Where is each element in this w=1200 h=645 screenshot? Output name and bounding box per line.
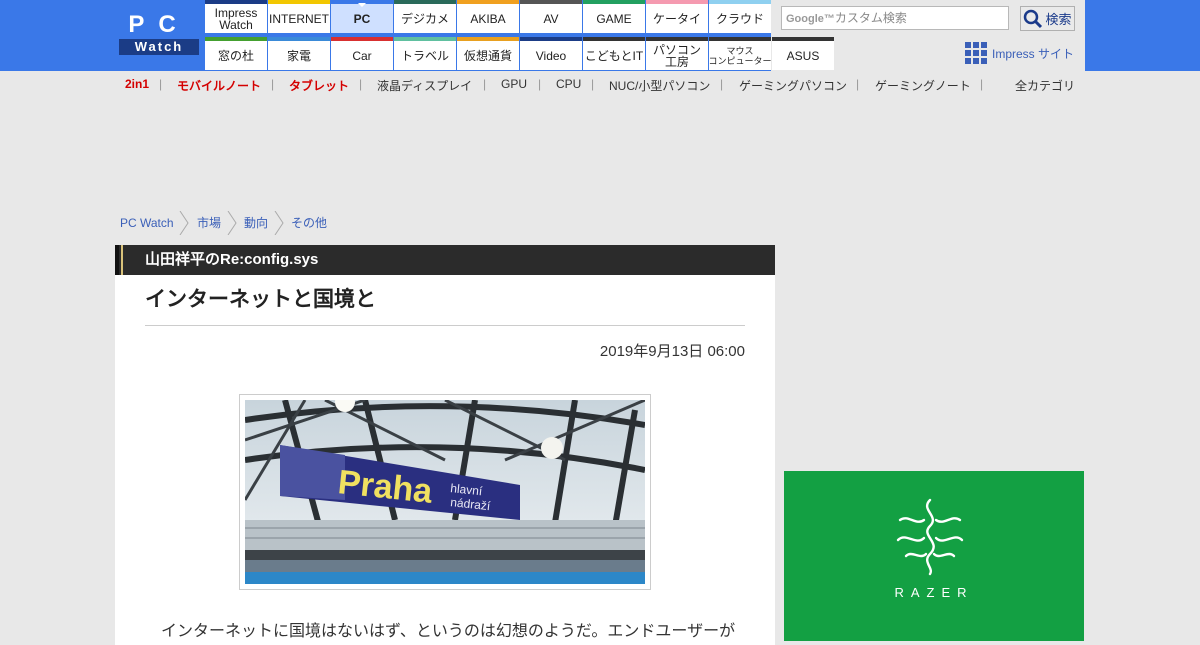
category-link-6[interactable]: NUC/小型パソコン: [609, 77, 710, 94]
nav-item-label: Video: [535, 48, 567, 63]
category-bar: 全カテゴリ 2in1 | モバイルノート | タブレット | 液晶ディスプレイ | GPU | CP…: [119, 77, 1079, 95]
praha-station-photo: Praha hlavní nádraží: [245, 400, 645, 584]
article-date: 2019年9月13日 06:00: [599, 343, 745, 360]
category-separator: |: [720, 77, 724, 91]
category-link-0[interactable]: 2in1: [125, 77, 149, 91]
series-bar: 山田祥平のRe:config.sys: [115, 245, 775, 275]
nav-item-label: AV: [543, 11, 559, 26]
nav-item-label: AKIBA: [470, 11, 506, 26]
category-link-2[interactable]: タブレット: [289, 77, 349, 94]
category-link-7[interactable]: ゲーミングパソコン: [739, 77, 847, 94]
nav-item-label: 窓の杜: [217, 48, 254, 63]
category-separator: |: [159, 77, 163, 91]
nav-item-2-9[interactable]: ASUS: [772, 37, 834, 70]
nav-item-1-4[interactable]: AKIBA: [457, 0, 519, 33]
search-button[interactable]: 検索: [1020, 6, 1075, 31]
nav-item-2-6[interactable]: こどもとIT: [583, 37, 645, 70]
nav-item-label: INTERNET: [269, 11, 329, 26]
series-bar-accent: [121, 245, 123, 275]
nav-item-2-2[interactable]: Car: [331, 37, 393, 70]
nav-item-1-0[interactable]: Impress Watch: [205, 0, 267, 33]
nav-item-1-7[interactable]: ケータイ: [646, 0, 708, 33]
category-link-8[interactable]: ゲーミングノート: [875, 77, 971, 94]
nav-item-1-3[interactable]: デジカメ: [394, 0, 456, 33]
nav-item-label: 仮想通貨: [463, 48, 512, 63]
nav-item-2-3[interactable]: トラベル: [394, 37, 456, 70]
google-label: Google™: [786, 13, 835, 25]
breadcrumb-item-3[interactable]: その他: [291, 213, 327, 233]
category-separator: |: [856, 77, 860, 91]
nav-item-label: 家電: [286, 48, 311, 63]
chevron-right-icon: [227, 211, 237, 235]
category-separator: |: [271, 77, 275, 91]
pc-watch-logo[interactable]: PC Watch: [119, 12, 199, 56]
nav-item-label: トラベル: [400, 48, 449, 63]
logo-watch-text: Watch: [119, 39, 199, 55]
breadcrumb-item-2[interactable]: 動向: [244, 213, 268, 233]
category-separator: |: [483, 77, 487, 91]
nav-item-label: こどもとIT: [584, 48, 644, 63]
impress-site-link[interactable]: Impress サイト: [965, 42, 1074, 64]
chevron-right-icon: [274, 211, 284, 235]
razer-wordmark: RAZER: [894, 585, 974, 600]
nav-item-label: デジカメ: [400, 11, 449, 26]
search-button-label: 検索: [1045, 12, 1072, 27]
article: 山田祥平のRe:config.sys インターネットと国境と 2019年9月13…: [115, 245, 775, 645]
series-title[interactable]: 山田祥平のRe:config.sys: [145, 245, 318, 275]
nav-item-label: Car: [352, 48, 372, 63]
nav-item-label: クラウド: [715, 11, 764, 26]
search-input[interactable]: Google™カスタム検索: [781, 6, 1009, 30]
search-placeholder: カスタム検索: [834, 11, 907, 25]
nav-item-1-6[interactable]: GAME: [583, 0, 645, 33]
nav-item-1-8[interactable]: クラウド: [709, 0, 771, 33]
nav-item-2-1[interactable]: 家電: [268, 37, 330, 70]
category-separator: |: [980, 77, 984, 91]
category-link-1[interactable]: モバイルノート: [177, 77, 261, 94]
chevron-right-icon: [179, 211, 189, 235]
nav-item-2-5[interactable]: Video: [520, 37, 582, 70]
nav-item-label: Impress Watch: [214, 5, 258, 32]
razer-snake-icon: [896, 498, 964, 576]
nav-item-2-8[interactable]: マウス コンピューター: [708, 37, 772, 70]
nav-item-2-4[interactable]: 仮想通貨: [457, 37, 519, 70]
all-categories-link[interactable]: 全カテゴリ: [1015, 77, 1075, 94]
breadcrumb-item-1[interactable]: 市場: [197, 213, 221, 233]
magnifier-icon: [1024, 9, 1043, 28]
breadcrumb-item-0[interactable]: PC Watch: [120, 213, 174, 233]
title-divider: [145, 325, 745, 326]
article-photo[interactable]: Praha hlavní nádraží: [239, 394, 651, 590]
impress-site-label: Impress サイト: [992, 46, 1075, 61]
category-separator: |: [359, 77, 363, 91]
nav-item-2-0[interactable]: 窓の杜: [205, 37, 267, 70]
site-nav: Impress Watch INTERNET PC デジカメ AKIBA AV GAME ケー…: [205, 0, 835, 71]
category-link-4[interactable]: GPU: [501, 77, 527, 91]
razer-ad[interactable]: RAZER: [784, 471, 1084, 641]
nav-item-label: ASUS: [786, 48, 820, 63]
nav-item-label: GAME: [596, 11, 632, 26]
nav-item-1-5[interactable]: AV: [520, 0, 582, 33]
category-link-5[interactable]: CPU: [556, 77, 581, 91]
article-title: インターネットと国境と: [145, 288, 376, 311]
nav-item-label: ケータイ: [652, 11, 701, 26]
nav-item-1-2[interactable]: PC: [331, 0, 393, 33]
grid-icon: [965, 42, 987, 64]
nav-item-1-1[interactable]: INTERNET: [268, 0, 330, 33]
nav-item-label: パソコン 工房: [652, 42, 701, 69]
logo-pc-text: PC: [128, 11, 190, 38]
nav-item-label: PC: [353, 11, 371, 26]
category-link-3[interactable]: 液晶ディスプレイ: [377, 77, 472, 94]
category-separator: |: [591, 77, 595, 91]
article-body-first-line: インターネットに国境はないはず、というのは幻想のようだ。エンドユーザーが: [161, 623, 736, 640]
category-separator: |: [538, 77, 542, 91]
nav-item-label: マウス コンピューター: [708, 45, 772, 66]
nav-item-2-7[interactable]: パソコン 工房: [646, 37, 708, 70]
